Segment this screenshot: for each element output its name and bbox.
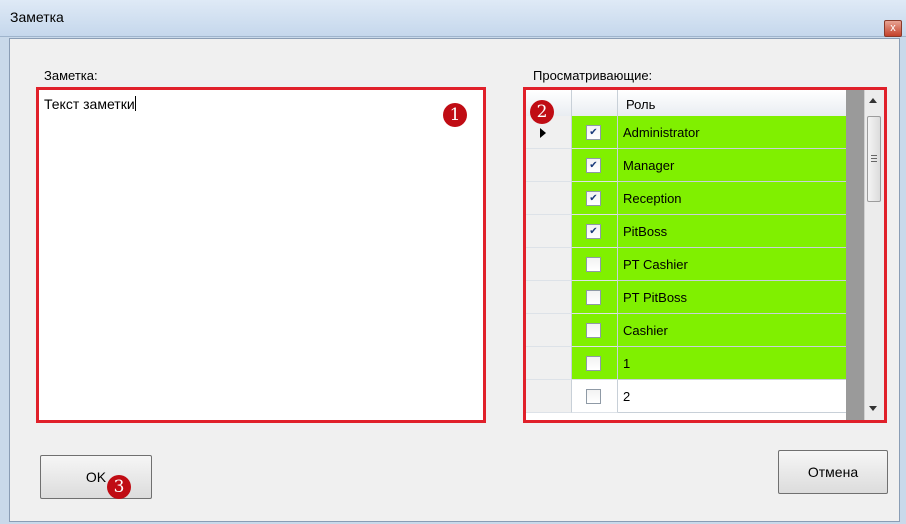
note-text: Текст заметки bbox=[44, 96, 136, 112]
role-checkbox[interactable] bbox=[586, 323, 601, 338]
cancel-button[interactable]: Отмена bbox=[778, 450, 888, 494]
check-cell: ✔ bbox=[572, 215, 618, 248]
role-cell[interactable]: PT PitBoss bbox=[618, 281, 846, 314]
table-row[interactable]: ✔ Administrator bbox=[526, 116, 846, 149]
role-checkbox[interactable]: ✔ bbox=[586, 224, 601, 239]
role-cell[interactable]: 2 bbox=[618, 380, 846, 413]
table-row[interactable]: Cashier bbox=[526, 314, 846, 347]
ok-button[interactable]: OK bbox=[40, 455, 152, 499]
role-checkbox[interactable] bbox=[586, 356, 601, 371]
scroll-up-arrow-icon[interactable] bbox=[869, 98, 877, 103]
role-checkbox[interactable] bbox=[586, 389, 601, 404]
annotation-badge-2: 2 bbox=[530, 100, 554, 124]
table-row[interactable]: ✔ Manager bbox=[526, 149, 846, 182]
role-cell[interactable]: Reception bbox=[618, 182, 846, 215]
check-cell: ✔ bbox=[572, 149, 618, 182]
row-header[interactable] bbox=[526, 347, 572, 380]
row-header[interactable] bbox=[526, 248, 572, 281]
row-header[interactable] bbox=[526, 281, 572, 314]
row-header[interactable] bbox=[526, 314, 572, 347]
table-row[interactable]: 1 bbox=[526, 347, 846, 380]
role-cell[interactable]: Administrator bbox=[618, 116, 846, 149]
row-header[interactable] bbox=[526, 182, 572, 215]
grip-line bbox=[871, 155, 877, 156]
role-checkbox[interactable] bbox=[586, 257, 601, 272]
role-cell[interactable]: Cashier bbox=[618, 314, 846, 347]
grip-line bbox=[871, 161, 877, 162]
note-label: Заметка: bbox=[44, 68, 98, 83]
annotation-badge-1: 1 bbox=[443, 103, 467, 127]
role-cell[interactable]: 1 bbox=[618, 347, 846, 380]
role-checkbox[interactable]: ✔ bbox=[586, 158, 601, 173]
header-check-cell[interactable] bbox=[572, 90, 618, 116]
note-textarea[interactable]: Текст заметки bbox=[36, 87, 486, 423]
viewers-label: Просматривающие: bbox=[533, 68, 653, 83]
table-row[interactable]: PT PitBoss bbox=[526, 281, 846, 314]
annotation-badge-3: 3 bbox=[107, 475, 131, 499]
check-cell bbox=[572, 380, 618, 413]
scrollbar-thumb[interactable] bbox=[867, 116, 881, 202]
grid-header: Роль bbox=[526, 90, 846, 117]
table-row[interactable]: ✔ Reception bbox=[526, 182, 846, 215]
check-cell: ✔ bbox=[572, 116, 618, 149]
title-bar: Заметка x bbox=[0, 0, 906, 37]
text-caret bbox=[134, 96, 136, 111]
grip-line bbox=[871, 158, 877, 159]
check-cell bbox=[572, 248, 618, 281]
check-cell bbox=[572, 314, 618, 347]
role-checkbox[interactable]: ✔ bbox=[586, 191, 601, 206]
table-row[interactable]: PT Cashier bbox=[526, 248, 846, 281]
role-cell[interactable]: PT Cashier bbox=[618, 248, 846, 281]
role-cell[interactable]: Manager bbox=[618, 149, 846, 182]
scroll-down-arrow-icon[interactable] bbox=[869, 406, 877, 411]
check-cell bbox=[572, 281, 618, 314]
role-checkbox[interactable]: ✔ bbox=[586, 125, 601, 140]
table-row[interactable]: 2 bbox=[526, 380, 846, 413]
vertical-scrollbar[interactable] bbox=[846, 90, 884, 420]
table-row[interactable]: ✔ PitBoss bbox=[526, 215, 846, 248]
scrollbar-track[interactable] bbox=[864, 90, 884, 420]
close-button[interactable]: x bbox=[884, 20, 902, 37]
role-checkbox[interactable] bbox=[586, 290, 601, 305]
check-cell: ✔ bbox=[572, 182, 618, 215]
scrollbar-gutter bbox=[846, 90, 864, 420]
row-header[interactable] bbox=[526, 149, 572, 182]
row-header[interactable] bbox=[526, 380, 572, 413]
column-header-role[interactable]: Роль bbox=[626, 97, 655, 112]
role-cell[interactable]: PitBoss bbox=[618, 215, 846, 248]
window-title: Заметка bbox=[10, 9, 64, 25]
row-header[interactable] bbox=[526, 215, 572, 248]
check-cell bbox=[572, 347, 618, 380]
viewers-grid[interactable]: Роль ✔ Administrator ✔ Manager ✔ Reception ✔ Pi… bbox=[523, 87, 887, 423]
current-row-arrow-icon bbox=[540, 128, 546, 138]
